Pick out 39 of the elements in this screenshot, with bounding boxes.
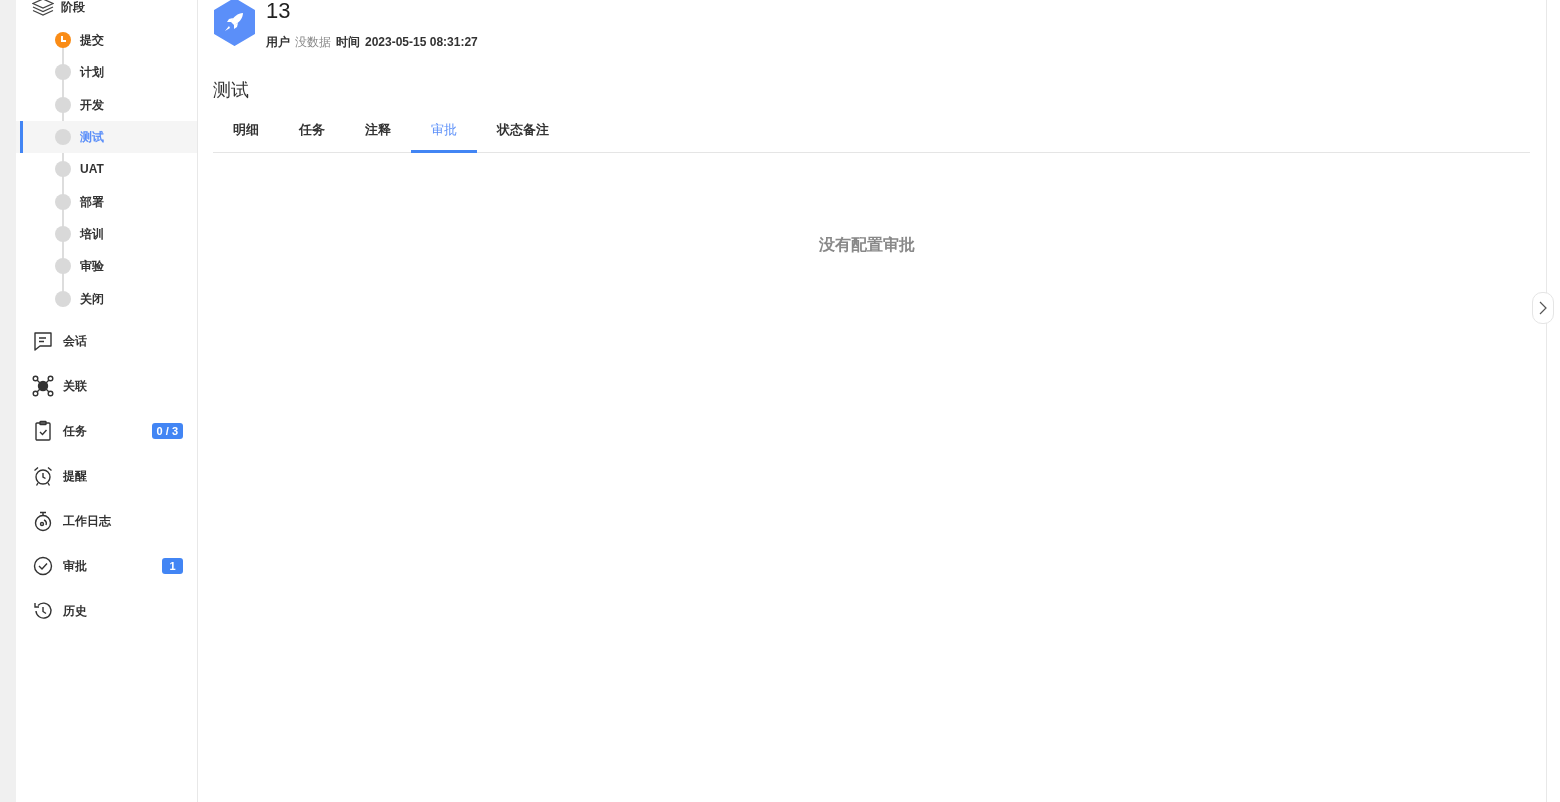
- sidebar-item[interactable]: 会话: [16, 318, 197, 364]
- stage-item[interactable]: 培训: [16, 217, 197, 251]
- record-number: 13: [266, 0, 292, 24]
- network-icon: [32, 375, 54, 398]
- tab[interactable]: 明细: [213, 109, 279, 153]
- tab[interactable]: 任务: [279, 109, 345, 153]
- chevron-right-icon: [1539, 301, 1547, 315]
- stage-item[interactable]: 开发: [16, 88, 197, 121]
- user-value: 没数据: [295, 34, 331, 51]
- tab[interactable]: 状态备注: [477, 109, 569, 153]
- count-badge: 1: [162, 558, 183, 575]
- stopwatch-icon: [32, 510, 54, 533]
- check-circle-icon: [32, 555, 54, 578]
- sidebar-item[interactable]: 历史: [16, 588, 197, 634]
- section-heading: 阶段: [61, 0, 85, 16]
- clipboard-check-icon: [32, 420, 54, 443]
- stage-item[interactable]: UAT: [16, 153, 197, 186]
- stage-item[interactable]: 计划: [16, 56, 197, 89]
- sidebar-item[interactable]: 工作日志: [16, 498, 197, 544]
- sidebar-item[interactable]: 审批 1: [16, 543, 197, 589]
- stage-item[interactable]: 部署: [16, 185, 197, 218]
- time-label: 时间: [336, 34, 360, 51]
- stage-item[interactable]: 关闭: [16, 282, 197, 315]
- count-badge: 0 / 3: [151, 423, 183, 440]
- time-value: 2023-05-15 08:31:27: [365, 34, 478, 51]
- sidebar-item[interactable]: 提醒: [16, 453, 197, 499]
- sidebar-item[interactable]: 关联: [16, 363, 197, 409]
- sidebar-item[interactable]: 任务 0 / 3: [16, 408, 197, 454]
- alarm-clock-icon: [32, 465, 54, 488]
- expand-panel-button[interactable]: [1532, 292, 1554, 324]
- stage-item[interactable]: 审验: [16, 250, 197, 283]
- user-label: 用户: [266, 34, 290, 51]
- section-title: 测试: [213, 79, 250, 102]
- rocket-logo-icon: [213, 0, 256, 46]
- chat-icon: [32, 330, 54, 353]
- stage-item[interactable]: 提交: [16, 24, 197, 57]
- layers-icon: [32, 0, 54, 16]
- empty-message: 没有配置审批: [817, 235, 916, 255]
- tab[interactable]: 注释: [345, 109, 411, 153]
